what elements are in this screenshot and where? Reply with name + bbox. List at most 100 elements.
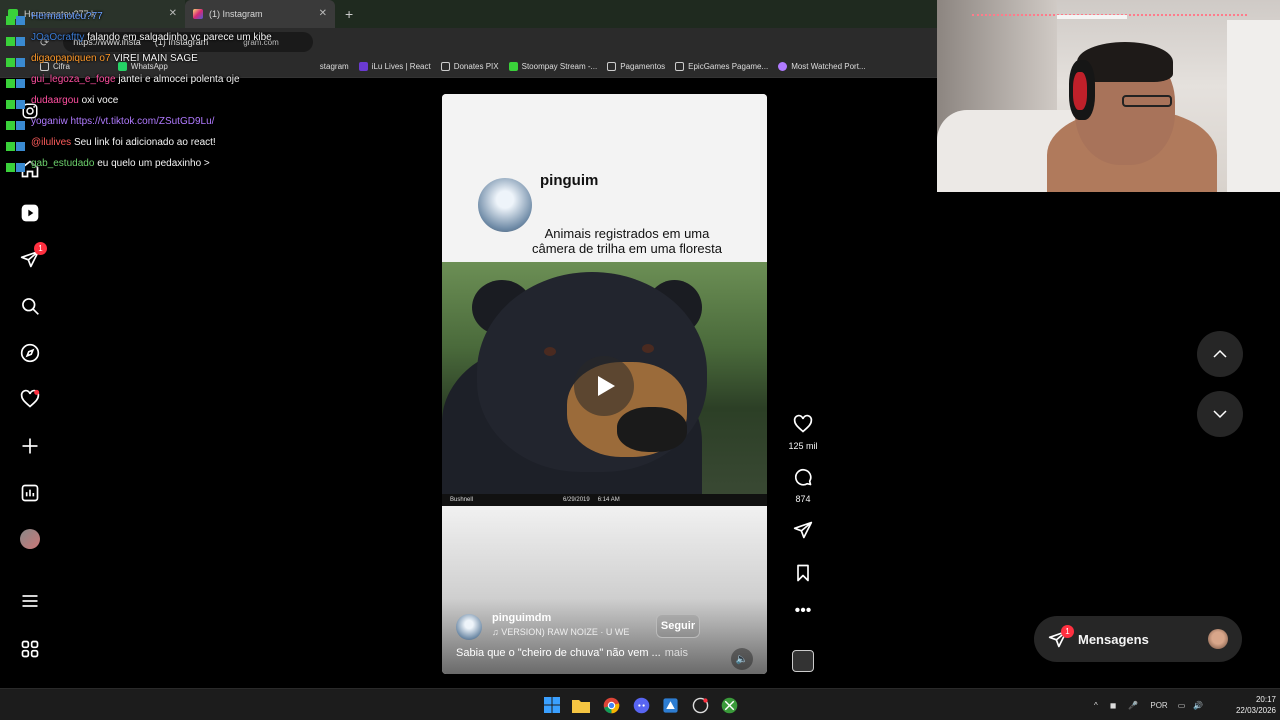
chat-badges-icon	[6, 96, 28, 109]
chat-link[interactable]: https://vt.tiktok.com/ZSutGD9Lu/	[70, 116, 214, 127]
microphone-icon[interactable]: 🎤	[1128, 701, 1138, 710]
new-tab-button[interactable]: +	[345, 6, 353, 22]
chat-badges-icon	[6, 75, 28, 88]
close-tab-icon[interactable]: ✕	[319, 8, 327, 19]
bookmark-label: stagram	[319, 62, 349, 71]
like-count: 125 mil	[788, 441, 818, 451]
folder-icon	[675, 62, 685, 71]
more-link[interactable]: mais	[665, 647, 688, 659]
bookmark-item[interactable]: Stoompay Stream -...	[508, 62, 598, 71]
chat-badges-icon	[6, 159, 28, 172]
chat-badges-icon	[6, 117, 28, 130]
bookmark-item[interactable]: Donates PIX	[440, 62, 499, 71]
bookmark-item[interactable]: stagram	[320, 62, 349, 71]
portal-icon	[778, 62, 788, 71]
follow-button[interactable]: Seguir	[656, 614, 700, 638]
comment-button[interactable]: 874	[782, 467, 824, 504]
messages-button[interactable]: 1 Mensagens	[1034, 616, 1242, 662]
bookmark-label: iLu Lives | React	[371, 62, 431, 71]
discord-icon[interactable]	[632, 696, 650, 714]
bookmark-item[interactable]: Pagamentos	[607, 62, 665, 71]
chat-username: @ilulives	[31, 137, 72, 148]
heart-icon	[793, 414, 813, 433]
gamepad-icon[interactable]: ◼	[1110, 701, 1117, 710]
more-options-icon[interactable]: •••	[782, 603, 824, 619]
clock[interactable]: 20:17 22/03/2026	[1222, 694, 1276, 716]
bear-eye	[544, 347, 556, 356]
chat-username: JOaOcraftty	[31, 32, 85, 43]
bookmark-item[interactable]: iLu Lives | React	[358, 62, 431, 71]
reel-audio-track[interactable]: ♫ VERSION) RAW NOIZE · U WE	[492, 627, 642, 637]
create-plus-icon[interactable]	[19, 435, 41, 457]
chat-text: falando em salgadinho vc parece um kibe	[87, 32, 272, 43]
play-button[interactable]	[574, 356, 634, 416]
stream-chat-overlay: Hermanoteu?77 JOaOcraftty falando em sal…	[6, 6, 306, 174]
next-reel-button[interactable]	[1197, 391, 1243, 437]
system-tray: ^ ◼ 🎤 POR ▭ 🔊	[1094, 689, 1203, 720]
reel-header-area: pinguim Animais registrados em uma câmer…	[442, 94, 767, 262]
comment-icon	[794, 468, 812, 486]
reels-icon[interactable]	[19, 202, 41, 224]
direct-share-icon[interactable]: 1	[19, 242, 47, 270]
share-icon	[793, 521, 813, 539]
xbox-icon[interactable]	[720, 696, 738, 714]
reel-author-avatar[interactable]	[456, 614, 482, 640]
apps-grid-icon[interactable]	[19, 638, 41, 660]
bear-nose	[617, 407, 687, 452]
volume-icon[interactable]: 🔊	[1193, 701, 1203, 710]
reel-description: Sabia que o "cheiro de chuva" não vem ..…	[456, 647, 688, 659]
file-explorer-icon[interactable]	[572, 696, 590, 714]
cam-time: 6:14 AM	[597, 497, 620, 503]
bookmark-label: Stoompay Stream -...	[521, 62, 598, 71]
bookmark-icon	[797, 564, 809, 582]
audio-label: VERSION) RAW NOIZE · U WE	[501, 627, 630, 637]
save-button[interactable]	[782, 563, 824, 588]
reel-video-player[interactable]: pinguim Animais registrados em uma câmer…	[442, 94, 767, 674]
previous-reel-button[interactable]	[1197, 331, 1243, 377]
audio-page-button[interactable]	[782, 650, 824, 672]
chat-message: yoganiw https://vt.tiktok.com/ZSutGD9Lu/	[6, 111, 306, 132]
share-button[interactable]	[782, 520, 824, 545]
profile-avatar[interactable]	[19, 528, 41, 550]
reel-video-frame: Bushnell 6/29/2019 6:14 AM	[442, 262, 767, 506]
shelf	[1057, 15, 1127, 19]
chat-text: oxi voce	[81, 95, 119, 106]
bookmark-item[interactable]: Most Watched Port...	[778, 62, 866, 71]
chat-message: gui_legoza_e_foge jantei e almocei polen…	[6, 69, 306, 90]
caption-line: Animais registrados em uma	[544, 226, 710, 241]
heart-notifications-icon[interactable]	[19, 388, 41, 410]
avatar	[1208, 629, 1228, 649]
bookmark-item[interactable]: EpicGames Pagame...	[675, 62, 768, 71]
reel-account-avatar	[478, 178, 532, 232]
chrome-icon[interactable]	[602, 696, 620, 714]
chat-badges-icon	[6, 138, 28, 151]
chevron-down-icon	[1213, 410, 1227, 419]
ilu-icon	[358, 62, 368, 71]
language-indicator[interactable]: POR	[1150, 701, 1167, 710]
chat-text: VIREI MAIN SAGE	[113, 53, 198, 64]
network-icon[interactable]: ▭	[1178, 701, 1186, 710]
chat-username: digaopapiquen o7	[31, 53, 111, 64]
chat-username: yoganiw	[31, 116, 68, 127]
explore-icon[interactable]	[19, 342, 41, 364]
headphone-accent	[1073, 72, 1087, 110]
like-button[interactable]: 125 mil	[782, 414, 824, 451]
dashboard-icon[interactable]	[19, 482, 41, 504]
reel-account-name: pinguim	[540, 172, 599, 189]
app-icon[interactable]	[661, 696, 679, 714]
obs-icon[interactable]	[691, 696, 709, 714]
chevron-up-icon	[1213, 349, 1227, 358]
menu-icon[interactable]	[19, 590, 41, 612]
kick-icon	[508, 62, 518, 71]
chevron-up-icon[interactable]: ^	[1094, 701, 1098, 710]
bookmark-label: EpicGames Pagame...	[688, 62, 769, 71]
bookmark-label: Pagamentos	[620, 62, 666, 71]
search-icon[interactable]	[19, 295, 41, 317]
sound-toggle-icon[interactable]: 🔈	[731, 648, 753, 670]
chat-message: JOaOcraftty falando em salgadinho vc par…	[6, 27, 306, 48]
reel-author-name[interactable]: pinguimdm	[492, 612, 551, 624]
chat-message: dudaargou oxi voce	[6, 90, 306, 111]
messages-label: Mensagens	[1078, 631, 1149, 647]
comment-count: 874	[795, 494, 811, 504]
windows-start-icon[interactable]	[543, 696, 561, 714]
